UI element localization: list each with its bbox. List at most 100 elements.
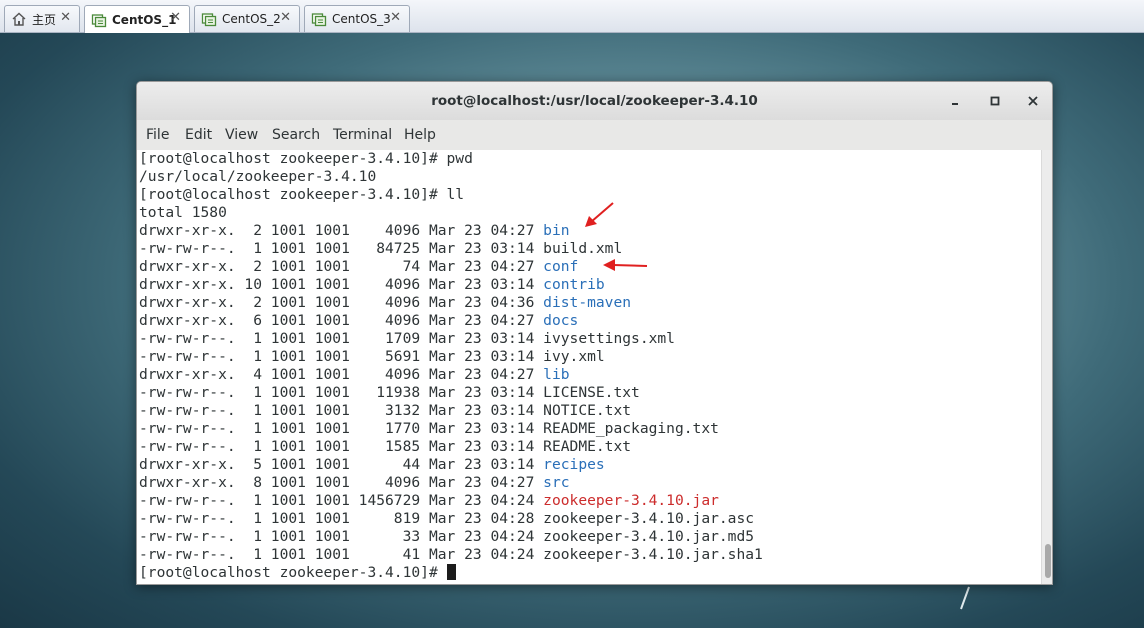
text-cursor (446, 564, 456, 580)
file-name: recipes (543, 456, 605, 473)
vm-icon (91, 12, 107, 28)
terminal-line: -rw-rw-r--. 1 1001 1001 33 Mar 23 04:24 … (137, 528, 1041, 546)
menu-help[interactable]: Help (404, 127, 436, 143)
tab-centos-3[interactable]: CentOS_3 ✕ (304, 5, 410, 32)
scrollbar[interactable] (1041, 150, 1052, 584)
close-icon[interactable]: ✕ (390, 11, 401, 25)
file-name: contrib (543, 276, 605, 293)
terminal-line: [root@localhost zookeeper-3.4.10]# pwd (137, 150, 1041, 168)
line-text: -rw-rw-r--. 1 1001 1001 1709 Mar 23 03:1… (139, 330, 544, 347)
title-bar[interactable]: root@localhost:/usr/local/zookeeper-3.4.… (137, 82, 1052, 120)
terminal-line: drwxr-xr-x. 2 1001 1001 4096 Mar 23 04:3… (137, 294, 1041, 312)
terminal-line: drwxr-xr-x. 2 1001 1001 74 Mar 23 04:27 … (137, 258, 1041, 276)
tab-label: CentOS_1 (112, 12, 177, 27)
menu-search[interactable]: Search (272, 127, 320, 143)
line-text: drwxr-xr-x. 2 1001 1001 74 Mar 23 04:27 (139, 258, 544, 275)
line-text: [root@localhost zookeeper-3.4.10]# ll (139, 186, 465, 203)
file-name: ivy.xml (543, 348, 605, 365)
prompt: [root@localhost zookeeper-3.4.10]# (139, 564, 447, 581)
file-name: docs (543, 312, 579, 329)
tab-label: CentOS_2 (222, 12, 281, 26)
tab-centos-2[interactable]: CentOS_2 ✕ (194, 5, 300, 32)
file-name: dist-maven (543, 294, 632, 311)
terminal-line: -rw-rw-r--. 1 1001 1001 1770 Mar 23 03:1… (137, 420, 1041, 438)
menu-terminal[interactable]: Terminal (333, 127, 392, 143)
maximize-button[interactable] (986, 92, 1004, 110)
line-text: drwxr-xr-x. 5 1001 1001 44 Mar 23 03:14 (139, 456, 544, 473)
tab-label: CentOS_3 (332, 12, 391, 26)
file-name: src (543, 474, 570, 491)
terminal-line: -rw-rw-r--. 1 1001 1001 11938 Mar 23 03:… (137, 384, 1041, 402)
terminal-line: -rw-rw-r--. 1 1001 1001 1585 Mar 23 03:1… (137, 438, 1041, 456)
terminal-line: /usr/local/zookeeper-3.4.10 (137, 168, 1041, 186)
line-text: -rw-rw-r--. 1 1001 1001 1456729 Mar 23 0… (139, 492, 544, 509)
line-text: drwxr-xr-x. 2 1001 1001 4096 Mar 23 04:2… (139, 222, 544, 239)
close-icon[interactable]: ✕ (280, 11, 291, 25)
menu-edit[interactable]: Edit (185, 127, 212, 143)
scrollbar-thumb[interactable] (1045, 544, 1051, 578)
file-name: conf (543, 258, 579, 275)
line-text: drwxr-xr-x. 2 1001 1001 4096 Mar 23 04:3… (139, 294, 544, 311)
window-title: root@localhost:/usr/local/zookeeper-3.4.… (431, 93, 758, 109)
desktop-decoration (960, 586, 970, 610)
arrow-annotation-bin (585, 202, 614, 227)
line-text: drwxr-xr-x. 4 1001 1001 4096 Mar 23 04:2… (139, 366, 544, 383)
file-name: zookeeper-3.4.10.jar (543, 492, 719, 509)
tab-bar: 主页 ✕ CentOS_1 ✕ CentOS_2 ✕ CentOS_3 ✕ (0, 0, 1144, 33)
line-text: -rw-rw-r--. 1 1001 1001 819 Mar 23 04:28 (139, 510, 544, 527)
vm-icon (311, 11, 327, 27)
close-icon (1028, 96, 1038, 106)
terminal-line: drwxr-xr-x. 5 1001 1001 44 Mar 23 03:14 … (137, 456, 1041, 474)
terminal-line: -rw-rw-r--. 1 1001 1001 5691 Mar 23 03:1… (137, 348, 1041, 366)
minimize-icon (952, 103, 958, 105)
file-name: ivysettings.xml (543, 330, 675, 347)
menu-view[interactable]: View (225, 127, 258, 143)
menu-bar: File Edit View Search Terminal Help (137, 120, 1052, 150)
prompt-line[interactable]: [root@localhost zookeeper-3.4.10]# (137, 564, 1041, 582)
line-text: total 1580 (139, 204, 227, 221)
line-text: -rw-rw-r--. 1 1001 1001 11938 Mar 23 03:… (139, 384, 544, 401)
line-text: -rw-rw-r--. 1 1001 1001 41 Mar 23 04:24 (139, 546, 544, 563)
terminal-line: -rw-rw-r--. 1 1001 1001 1709 Mar 23 03:1… (137, 330, 1041, 348)
line-text: -rw-rw-r--. 1 1001 1001 5691 Mar 23 03:1… (139, 348, 544, 365)
close-icon[interactable]: ✕ (60, 11, 71, 25)
line-text: -rw-rw-r--. 1 1001 1001 1770 Mar 23 03:1… (139, 420, 544, 437)
line-text: -rw-rw-r--. 1 1001 1001 84725 Mar 23 03:… (139, 240, 544, 257)
terminal-line: drwxr-xr-x. 8 1001 1001 4096 Mar 23 04:2… (137, 474, 1041, 492)
terminal-line: -rw-rw-r--. 1 1001 1001 41 Mar 23 04:24 … (137, 546, 1041, 564)
close-icon[interactable]: ✕ (170, 11, 181, 25)
terminal-line: -rw-rw-r--. 1 1001 1001 3132 Mar 23 03:1… (137, 402, 1041, 420)
file-name: NOTICE.txt (543, 402, 632, 419)
file-name: zookeeper-3.4.10.jar.asc (543, 510, 755, 527)
line-text: -rw-rw-r--. 1 1001 1001 3132 Mar 23 03:1… (139, 402, 544, 419)
tab-home[interactable]: 主页 ✕ (4, 5, 80, 32)
close-button[interactable] (1024, 92, 1042, 110)
line-text: [root@localhost zookeeper-3.4.10]# pwd (139, 150, 473, 167)
maximize-icon (990, 96, 1000, 106)
terminal-window: root@localhost:/usr/local/zookeeper-3.4.… (136, 81, 1053, 585)
terminal-line: drwxr-xr-x. 4 1001 1001 4096 Mar 23 04:2… (137, 366, 1041, 384)
arrow-annotation-conf (603, 259, 648, 271)
file-name: bin (543, 222, 570, 239)
terminal-line: drwxr-xr-x. 10 1001 1001 4096 Mar 23 03:… (137, 276, 1041, 294)
vm-icon (201, 11, 217, 27)
terminal-line: -rw-rw-r--. 1 1001 1001 1456729 Mar 23 0… (137, 492, 1041, 510)
line-text: /usr/local/zookeeper-3.4.10 (139, 168, 377, 185)
file-name: lib (543, 366, 570, 383)
minimize-button[interactable] (947, 92, 965, 110)
line-text: drwxr-xr-x. 10 1001 1001 4096 Mar 23 03:… (139, 276, 544, 293)
line-text: drwxr-xr-x. 8 1001 1001 4096 Mar 23 04:2… (139, 474, 544, 491)
file-name: zookeeper-3.4.10.jar.sha1 (543, 546, 763, 563)
file-name: README.txt (543, 438, 632, 455)
tab-centos-1[interactable]: CentOS_1 ✕ (84, 5, 190, 33)
file-name: zookeeper-3.4.10.jar.md5 (543, 528, 755, 545)
tab-label: 主页 (32, 12, 57, 27)
home-icon (11, 11, 27, 27)
terminal-line: drwxr-xr-x. 6 1001 1001 4096 Mar 23 04:2… (137, 312, 1041, 330)
terminal-line: -rw-rw-r--. 1 1001 1001 819 Mar 23 04:28… (137, 510, 1041, 528)
file-name: build.xml (543, 240, 623, 257)
file-name: LICENSE.txt (543, 384, 640, 401)
terminal-line: -rw-rw-r--. 1 1001 1001 84725 Mar 23 03:… (137, 240, 1041, 258)
line-text: -rw-rw-r--. 1 1001 1001 33 Mar 23 04:24 (139, 528, 544, 545)
menu-file[interactable]: File (146, 127, 169, 143)
